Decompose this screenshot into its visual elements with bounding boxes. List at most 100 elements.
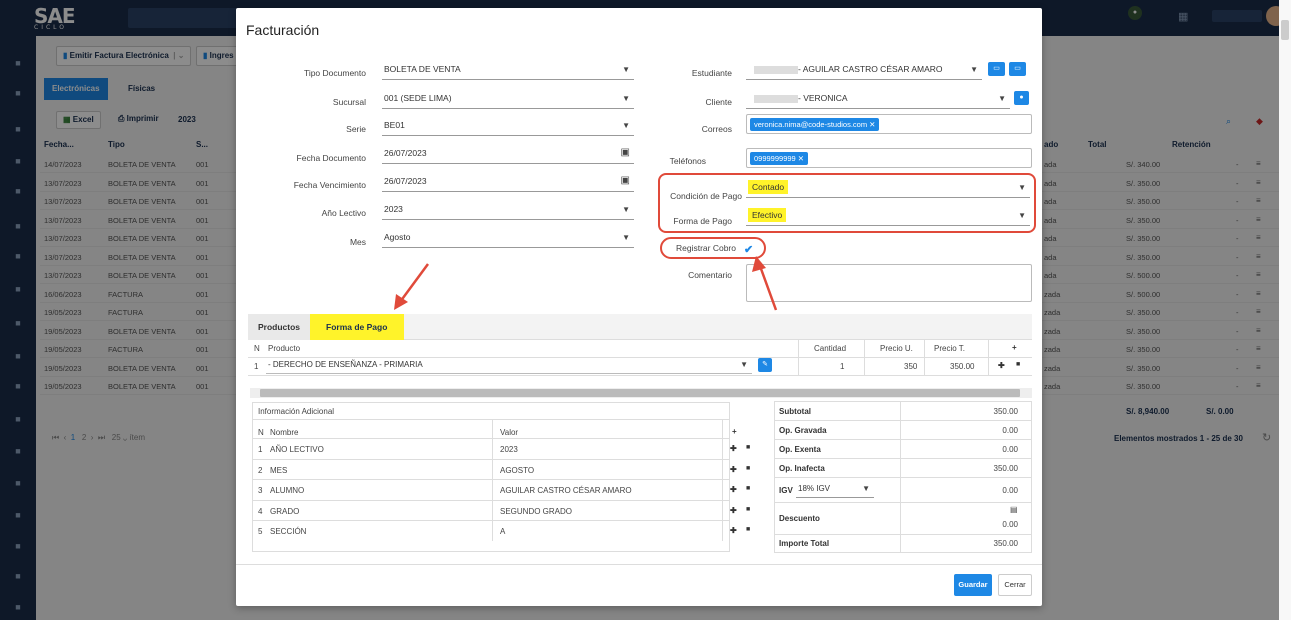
producto-select[interactable]: - DERECHO DE ENSEÑANZA - PRIMARIA ▼ [266, 358, 752, 374]
annotation-highlight [658, 173, 1036, 233]
divider [864, 339, 865, 375]
label-estudiante: Estudiante [691, 68, 732, 78]
id-card-icon[interactable]: ▭ [1009, 62, 1026, 76]
sucursal-select[interactable]: 001 (SEDE LIMA) ▼ [382, 91, 634, 109]
trash-icon[interactable]: ■ [746, 526, 750, 533]
comentario-textarea[interactable] [746, 264, 1032, 302]
divider [252, 419, 730, 420]
col-n: N [254, 344, 260, 353]
info-row-nombre: MES [270, 465, 288, 475]
calendar-icon[interactable]: ▣ [621, 175, 630, 186]
chevron-down-icon: ▼ [622, 233, 630, 242]
billing-modal: Facturación Tipo Documento BOLETA DE VEN… [236, 8, 1042, 606]
divider [798, 339, 799, 375]
divider [774, 439, 1032, 440]
add-row-icon[interactable]: ✚ [730, 485, 737, 494]
col-cantidad: Cantidad [814, 344, 847, 353]
igv-select[interactable]: 18% IGV ▼ [796, 482, 874, 498]
divider [236, 564, 1042, 565]
trash-icon[interactable]: ■ [746, 485, 750, 492]
chevron-down-icon: ▼ [998, 94, 1006, 103]
fecha-documento-input[interactable]: 26/07/2023 ▣ [382, 146, 634, 164]
info-col-nombre: Nombre [270, 428, 299, 437]
trash-icon[interactable]: ■ [1016, 361, 1020, 368]
close-button[interactable]: Cerrar [998, 574, 1032, 596]
user-icon[interactable]: ● [1014, 91, 1029, 105]
info-row-valor: 2023 [500, 445, 518, 454]
save-button[interactable]: Guardar [954, 574, 992, 596]
divider [252, 499, 730, 501]
total-value-descuento: 0.00 [1002, 519, 1018, 529]
edit-icon[interactable]: ✎ [758, 358, 772, 372]
label-sucursal: Sucursal [332, 97, 366, 107]
col-producto: Producto [268, 344, 301, 353]
product-precio-t: 350.00 [950, 362, 975, 371]
trash-icon[interactable]: ■ [746, 465, 750, 472]
total-value-exenta: 0.00 [1002, 444, 1018, 454]
modal-title: Facturación [246, 22, 320, 38]
label-anio-lectivo: Año Lectivo [321, 208, 366, 218]
calculator-icon[interactable]: ▤ [1010, 505, 1018, 514]
label-fecha-vencimiento: Fecha Vencimiento [293, 180, 366, 190]
email-chip[interactable]: veronica.nima@code-studios.com ✕ [750, 118, 880, 131]
label-fecha-documento: Fecha Documento [296, 153, 366, 163]
add-row-icon[interactable]: ✚ [730, 444, 737, 453]
tab-forma-pago[interactable]: Forma de Pago [310, 314, 404, 340]
divider [252, 520, 730, 521]
total-label-igv: IGV [779, 485, 793, 495]
info-title: Información Adicional [258, 407, 335, 416]
add-product-button[interactable]: + [1012, 343, 1017, 352]
horizontal-scrollbar[interactable] [250, 388, 1032, 398]
tab-productos[interactable]: Productos [248, 314, 310, 340]
label-correos: Correos [701, 124, 732, 134]
mes-select[interactable]: Agosto ▼ [382, 230, 634, 248]
product-precio-u[interactable]: 350 [904, 362, 917, 371]
label-mes: Mes [349, 237, 366, 247]
add-info-button[interactable]: + [732, 427, 737, 436]
total-label-importe: Importe Total [779, 538, 830, 548]
tipo-documento-select[interactable]: BOLETA DE VENTA ▼ [382, 62, 634, 80]
divider [774, 534, 1032, 535]
total-label-exenta: Op. Exenta [779, 444, 821, 454]
info-col-valor: Valor [500, 428, 519, 437]
divider [774, 552, 1032, 553]
annotation-arrow [394, 263, 430, 310]
info-row-nombre: SECCIÓN [270, 527, 307, 536]
trash-icon[interactable]: ■ [746, 444, 750, 451]
estudiante-select[interactable]: - AGUILAR CASTRO CÉSAR AMARO ▼ [746, 62, 982, 80]
label-comentario: Comentario [688, 270, 732, 280]
info-row-nombre: AÑO LECTIVO [270, 445, 324, 454]
divider [988, 339, 989, 375]
divider [248, 375, 1032, 376]
scrollbar[interactable] [1279, 0, 1291, 620]
add-row-icon[interactable]: ✚ [998, 361, 1005, 370]
anio-lectivo-select[interactable]: 2023 ▼ [382, 202, 634, 220]
total-label-inafecta: Op. Inafecta [779, 463, 825, 473]
telefonos-input[interactable]: 0999999999 ✕ [746, 148, 1032, 168]
fecha-vencimiento-input[interactable]: 26/07/2023 ▣ [382, 174, 634, 192]
info-row-valor: AGOSTO [500, 465, 535, 475]
info-adicional-panel [252, 402, 730, 552]
id-card-icon[interactable]: ▭ [988, 62, 1005, 76]
divider [924, 339, 925, 375]
calendar-icon[interactable]: ▣ [621, 147, 630, 158]
total-value-gravada: 0.00 [1002, 425, 1018, 435]
product-cantidad[interactable]: 1 [840, 362, 844, 371]
trash-icon[interactable]: ■ [746, 506, 750, 513]
product-row-n: 1 [254, 362, 259, 371]
total-value-igv: 0.00 [1002, 485, 1018, 495]
chevron-down-icon: ▼ [622, 205, 630, 214]
add-row-icon[interactable]: ✚ [730, 526, 737, 535]
divider [252, 438, 730, 439]
chevron-down-icon: ▼ [622, 121, 630, 130]
divider [774, 477, 1032, 478]
add-row-icon[interactable]: ✚ [730, 465, 737, 474]
divider [774, 458, 1032, 459]
chevron-down-icon: ▼ [622, 65, 630, 74]
label-tipo-documento: Tipo Documento [303, 68, 366, 78]
correos-input[interactable]: veronica.nima@code-studios.com ✕ [746, 114, 1032, 134]
cliente-select[interactable]: - VERONICA ▼ [746, 91, 1010, 109]
serie-select[interactable]: BE01 ▼ [382, 118, 634, 136]
add-row-icon[interactable]: ✚ [730, 506, 737, 515]
phone-chip[interactable]: 0999999999 ✕ [750, 152, 809, 165]
